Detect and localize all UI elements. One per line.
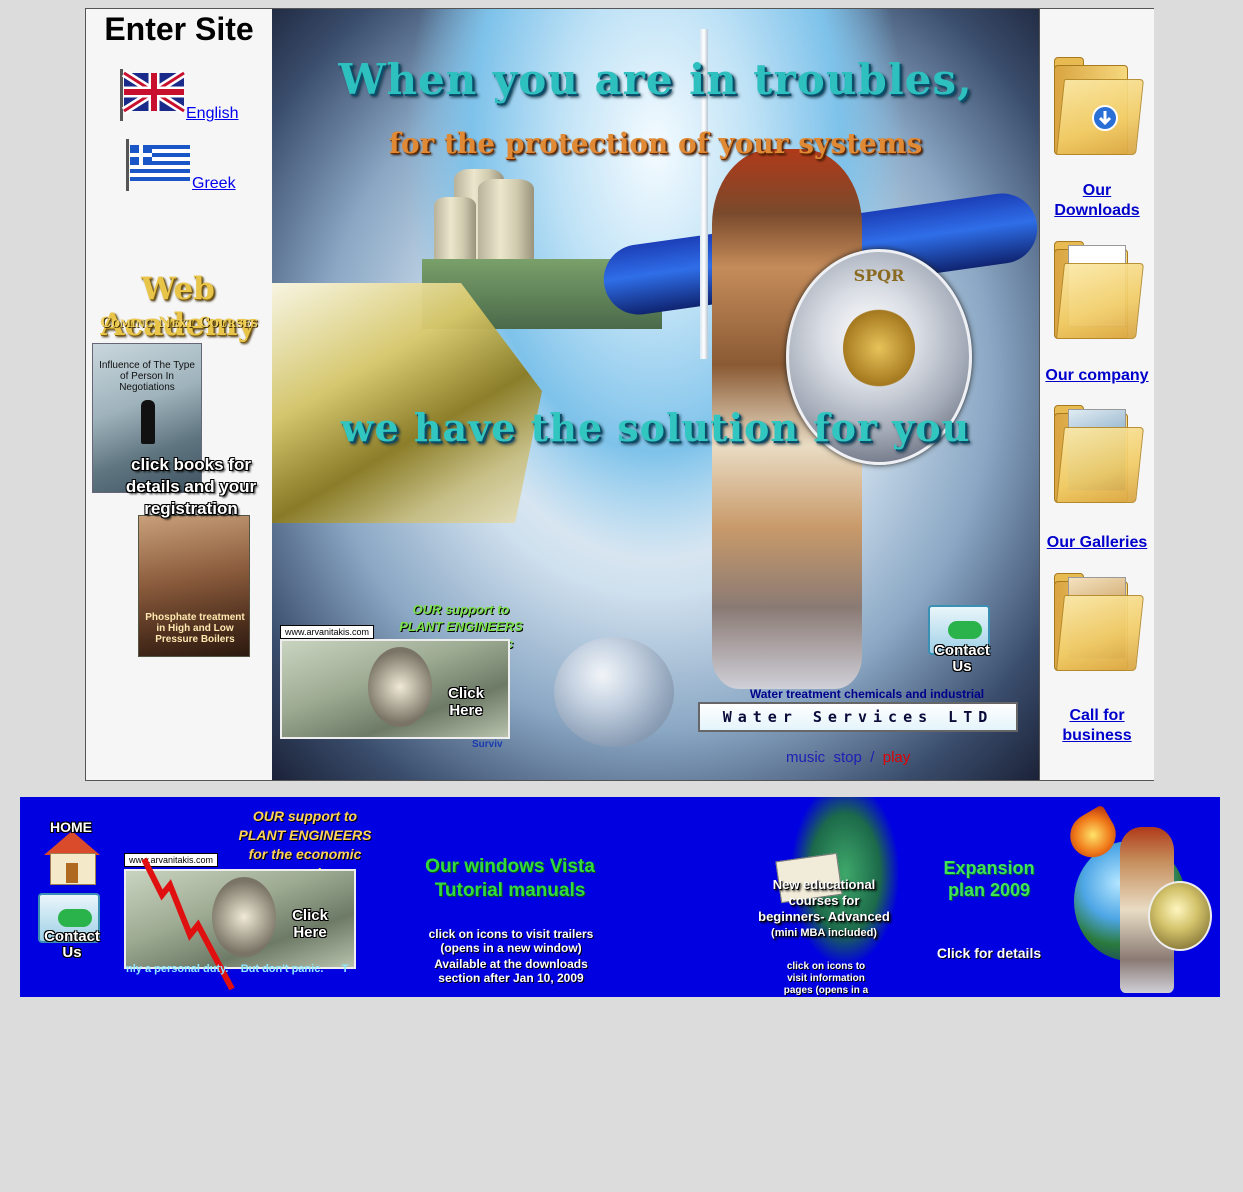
support-line: OUR support to — [412, 602, 510, 617]
headline-solution: we have the solution for you — [340, 405, 971, 450]
water-services-logo[interactable]: Water Services LTD — [698, 702, 1018, 732]
headline-protection: for the protection of your systems — [388, 127, 923, 160]
main-table: Enter Site English Greek Web Academy Com… — [85, 8, 1154, 781]
edu-info-note: click on icons to visit information page… — [783, 961, 869, 996]
click-books-caption: click books for details and your registr… — [125, 455, 257, 518]
stop-link[interactable]: stop — [834, 749, 862, 766]
right-column: Our Downloads Our company Our Galleries … — [1039, 9, 1154, 780]
headline-troubles: When you are in troubles, — [338, 55, 973, 104]
enter-site-title: Enter Site — [104, 11, 254, 47]
banner-shield-image — [1148, 881, 1212, 951]
dollar-click-here: Click Here — [448, 685, 484, 719]
download-arrow-icon — [1092, 105, 1118, 131]
edu-mba: (mini MBA included) — [771, 927, 877, 939]
dollar-url-label: www.arvanitakis.com — [280, 625, 375, 639]
bottom-banner: HOME Contact Us OUR support to PLANT ENG… — [20, 797, 1220, 997]
business-folder-icon[interactable] — [1054, 573, 1144, 673]
left-column: Enter Site English Greek Web Academy Com… — [86, 9, 273, 780]
company-folder-icon[interactable] — [1054, 241, 1144, 341]
our-galleries-link[interactable]: Our Galleries — [1040, 533, 1154, 553]
contact-us-icon[interactable]: Contact Us — [924, 601, 1000, 681]
banner-contact-us-icon[interactable]: Contact Us — [34, 889, 110, 965]
web-academy-title: Web Academy — [100, 271, 256, 343]
uk-flag-icon[interactable] — [120, 69, 187, 126]
music-separator: / — [870, 749, 875, 766]
folder-front — [1056, 595, 1144, 671]
our-company-link[interactable]: Our company — [1040, 366, 1154, 386]
our-downloads-link[interactable]: Our Downloads — [1040, 181, 1154, 221]
language-english-link[interactable]: English — [186, 105, 238, 123]
hero-banner: SPQR When you are in troubles, for the p… — [272, 9, 1039, 780]
worried-face-icon — [368, 647, 432, 727]
contact-us-label: Contact Us — [934, 642, 990, 675]
book1-title: Influence of The Type of Person In Negot… — [99, 360, 195, 393]
expansion-click-details[interactable]: Click for details — [924, 945, 1054, 961]
music-link[interactable]: music — [786, 749, 825, 766]
downloads-folder-icon[interactable] — [1054, 57, 1144, 157]
eagle-icon — [843, 308, 915, 388]
door-shape — [66, 863, 78, 883]
support-line: OUR support to — [252, 808, 358, 824]
play-link[interactable]: play — [883, 749, 911, 766]
survive-ticker: Surviv — [472, 739, 503, 750]
folder-front — [1056, 263, 1144, 339]
galleries-folder-icon[interactable] — [1054, 405, 1144, 505]
folder-front — [1056, 427, 1144, 503]
support-line: for the economic — [248, 846, 362, 862]
person-figure-icon — [141, 400, 155, 444]
banner-ticker: nly a personal duty. But don't panic. T — [126, 963, 349, 975]
phosphate-book-cover[interactable]: Phosphate treatment in High and Low Pres… — [138, 515, 250, 657]
banner-contact-label: Contact Us — [44, 928, 100, 961]
windows-trailer-note: click on icons to visit trailers (opens … — [428, 927, 594, 955]
greece-flag-icon[interactable] — [126, 139, 192, 196]
green-arrow-icon — [948, 621, 982, 639]
educational-courses-text[interactable]: New educational courses for beginners- A… — [756, 877, 892, 941]
music-controls: music stop / play — [786, 749, 910, 766]
home-label: HOME — [50, 819, 92, 835]
shield-text: SPQR — [853, 266, 905, 285]
home-icon[interactable]: HOME — [36, 817, 106, 887]
support-line: PLANT ENGINEERS — [238, 827, 372, 843]
call-for-business-link[interactable]: Call for business — [1040, 706, 1154, 746]
support-line: PLANT ENGINEERS — [399, 619, 523, 634]
banner-dollar-click-here: Click Here — [292, 907, 328, 941]
windows-vista-title[interactable]: Our windows Vista Tutorial manuals — [410, 855, 610, 903]
language-greek-link[interactable]: Greek — [192, 175, 236, 193]
expansion-plan-title[interactable]: Expansion plan 2009 — [924, 857, 1054, 901]
book2-title: Phosphate treatment in High and Low Pres… — [145, 612, 245, 645]
water-drop — [554, 637, 674, 747]
edu-text: New educational courses for beginners- A… — [758, 877, 890, 924]
windows-availability-note: Available at the downloads section after… — [434, 957, 588, 985]
dollar-click-banner[interactable]: www.arvanitakis.com Click Here — [280, 625, 510, 739]
green-arrow-icon — [58, 909, 92, 927]
web-academy-subtitle: Coming Next Courses — [100, 315, 258, 331]
